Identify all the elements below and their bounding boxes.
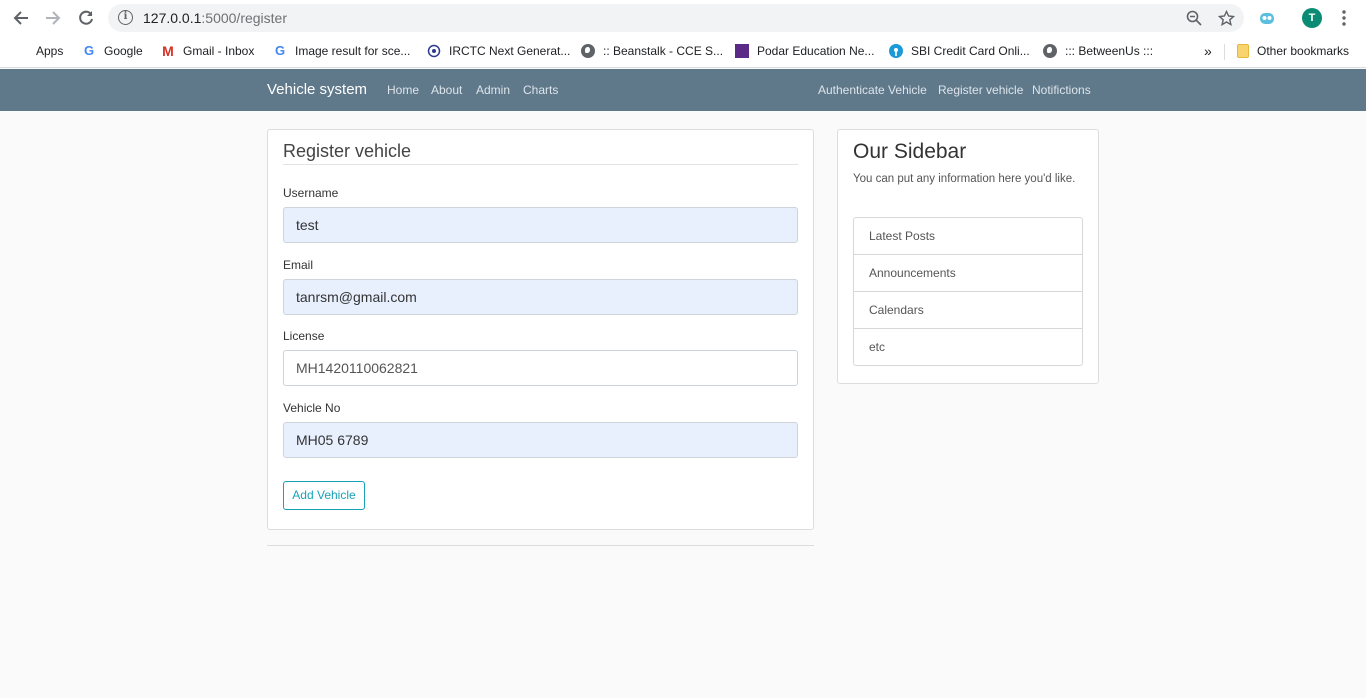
bookmark-apps[interactable]: Apps [14, 42, 63, 60]
bookmark-sbi[interactable]: SBI Credit Card Onli... [889, 42, 1030, 60]
username-input[interactable]: test [283, 207, 798, 243]
bookmark-gmail[interactable]: M Gmail - Inbox [161, 42, 254, 60]
bookmark-google[interactable]: G Google [82, 42, 143, 60]
sidebar-card: Our Sidebar You can put any information … [837, 129, 1099, 384]
sidebar-item-announcements[interactable]: Announcements [854, 255, 1082, 292]
bookmarks-overflow-button[interactable]: » [1204, 42, 1212, 60]
sidebar-item-calendars[interactable]: Calendars [854, 292, 1082, 329]
google-icon: G [83, 43, 95, 58]
nav-admin[interactable]: Admin [476, 83, 510, 97]
email-input[interactable]: tanrsm@gmail.com [283, 279, 798, 315]
bookmark-label: ::: BetweenUs ::: [1065, 44, 1154, 58]
vehicle-no-label: Vehicle No [283, 401, 341, 415]
brand-link[interactable]: Vehicle system [267, 81, 367, 98]
zoom-icon[interactable] [1185, 9, 1203, 27]
gmail-icon: M [162, 43, 174, 59]
nav-register-vehicle[interactable]: Register vehicle [938, 83, 1023, 97]
bookmark-label: :: Beanstalk - CCE S... [603, 44, 724, 58]
forward-icon[interactable] [42, 7, 64, 29]
form-title-divider [283, 164, 798, 165]
bookmark-label: Apps [36, 44, 64, 58]
profile-initial: T [1302, 8, 1322, 28]
nav-home[interactable]: Home [387, 83, 419, 97]
vehicle-no-input[interactable]: MH05 6789 [283, 422, 798, 458]
email-label: Email [283, 258, 314, 272]
license-label: License [283, 329, 325, 343]
folder-icon [1237, 44, 1249, 58]
register-form-card: Register vehicle Username test Email tan… [267, 129, 814, 530]
podar-icon [735, 44, 749, 58]
sidebar-list: Latest Posts Announcements Calendars etc [853, 217, 1083, 366]
nav-about[interactable]: About [431, 83, 462, 97]
irctc-icon [427, 44, 441, 58]
content-divider [267, 545, 814, 546]
site-info-icon[interactable]: i [118, 10, 133, 25]
bookmark-betweenus[interactable]: ::: BetweenUs ::: [1043, 42, 1153, 60]
username-label: Username [283, 186, 339, 200]
license-input[interactable]: MH1420110062821 [283, 350, 798, 386]
url-host: 127.0.0.1 [143, 10, 202, 26]
sidebar-title: Our Sidebar [853, 140, 967, 163]
bookmark-beanstalk[interactable]: :: Beanstalk - CCE S... [581, 42, 723, 60]
browser-toolbar: i 127.0.0.1:5000/register T [0, 0, 1366, 36]
nav-charts[interactable]: Charts [523, 83, 558, 97]
form-title: Register vehicle [283, 141, 412, 161]
globe-icon [1043, 44, 1057, 58]
bookmark-other[interactable]: Other bookmarks [1237, 42, 1349, 60]
bookmarks-bar: Apps G Google M Gmail - Inbox G Image re… [0, 36, 1366, 68]
bookmark-irctc[interactable]: IRCTC Next Generat... [427, 42, 570, 60]
url-path: :5000/register [201, 10, 287, 26]
extension-icon[interactable] [1257, 8, 1277, 28]
bookmark-label: Image result for sce... [295, 44, 411, 58]
bookmark-label: SBI Credit Card Onli... [911, 44, 1030, 58]
url-text: 127.0.0.1:5000/register [143, 10, 287, 26]
google-icon: G [274, 43, 286, 58]
bookmark-label: Gmail - Inbox [183, 44, 255, 58]
sidebar-description: You can put any information here you'd l… [853, 173, 1076, 185]
menu-kebab-icon[interactable] [1334, 8, 1354, 28]
bookmark-image-result[interactable]: G Image result for sce... [273, 42, 410, 60]
apps-grid-icon [14, 44, 28, 58]
bookmark-podar[interactable]: Podar Education Ne... [735, 42, 874, 60]
sbi-icon [889, 44, 903, 58]
app-navbar: Vehicle system Home About Admin Charts A… [0, 69, 1366, 111]
add-vehicle-button[interactable]: Add Vehicle [283, 481, 365, 510]
reload-icon[interactable] [75, 7, 97, 29]
bookmark-label: Podar Education Ne... [757, 44, 875, 58]
nav-notifications[interactable]: Notifictions [1032, 83, 1091, 97]
nav-authenticate-vehicle[interactable]: Authenticate Vehicle [818, 83, 927, 97]
globe-icon [581, 44, 595, 58]
bookmark-label: Other bookmarks [1257, 44, 1350, 58]
back-icon[interactable] [10, 7, 32, 29]
sidebar-item-etc[interactable]: etc [854, 329, 1082, 365]
bookmark-star-icon[interactable] [1217, 9, 1235, 27]
sidebar-item-latest-posts[interactable]: Latest Posts [854, 218, 1082, 255]
profile-avatar[interactable]: T [1302, 8, 1322, 28]
bookmarks-divider [1224, 44, 1225, 60]
address-bar[interactable]: i 127.0.0.1:5000/register [108, 4, 1244, 32]
bookmark-label: Google [104, 44, 143, 58]
bookmark-label: IRCTC Next Generat... [449, 44, 571, 58]
